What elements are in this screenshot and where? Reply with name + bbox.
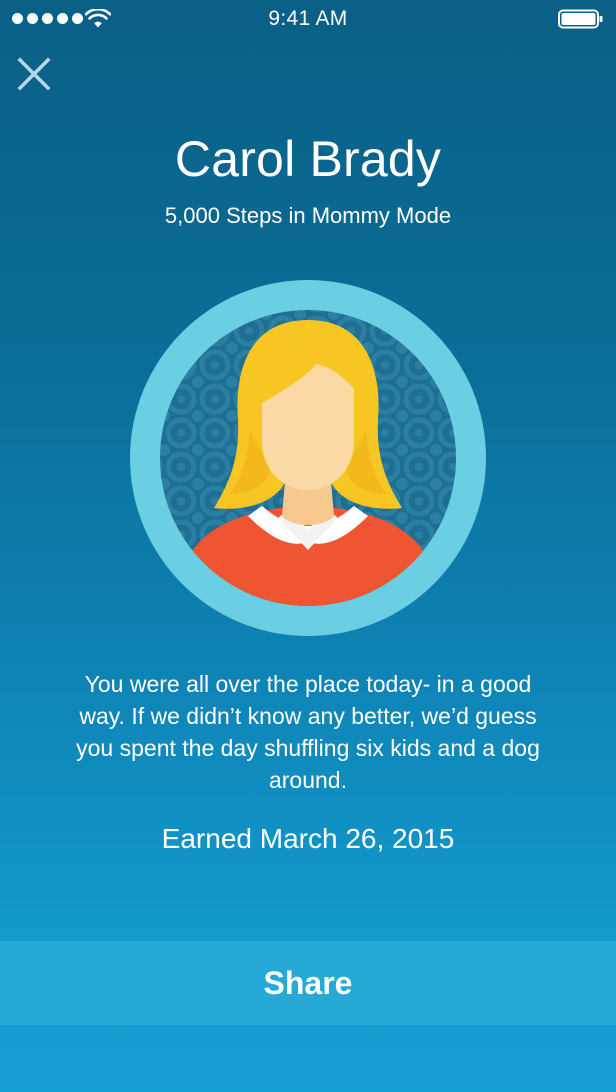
badge-detail-screen: 9:41 AM Carol Brady 5,000 Steps in Mommy… xyxy=(0,0,616,1092)
share-button-label: Share xyxy=(263,965,353,1001)
earned-date: Earned March 26, 2015 xyxy=(161,823,455,854)
share-button[interactable]: Share xyxy=(0,941,616,1025)
badge-subtitle: 5,000 Steps in Mommy Mode xyxy=(164,203,452,228)
status-time: 9:41 AM xyxy=(268,7,348,30)
battery-icon xyxy=(558,9,603,29)
badge-description: You were all over the place today- in a … xyxy=(76,671,540,793)
close-icon[interactable] xyxy=(16,56,52,92)
status-bar: 9:41 AM xyxy=(0,0,616,40)
avatar-badge-icon xyxy=(130,280,486,636)
badge-title: Carol Brady xyxy=(174,131,442,187)
